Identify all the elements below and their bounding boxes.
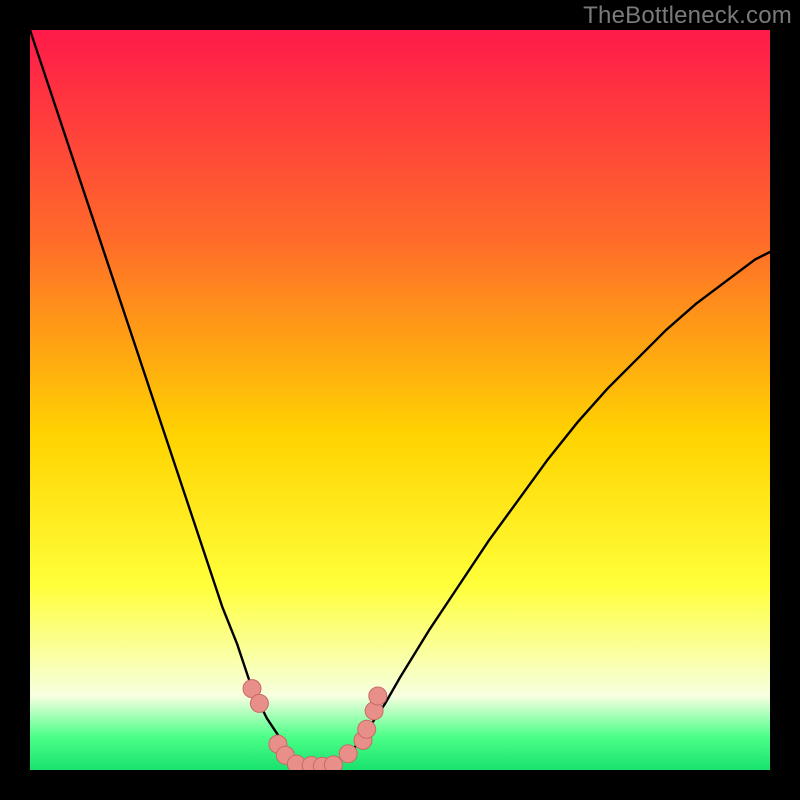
data-marker <box>250 694 268 712</box>
data-marker <box>358 720 376 738</box>
chart-frame: TheBottleneck.com <box>0 0 800 800</box>
data-marker <box>369 687 387 705</box>
gradient-background <box>30 30 770 770</box>
watermark-text: TheBottleneck.com <box>583 2 792 30</box>
bottleneck-chart <box>30 30 770 770</box>
data-marker <box>339 745 357 763</box>
